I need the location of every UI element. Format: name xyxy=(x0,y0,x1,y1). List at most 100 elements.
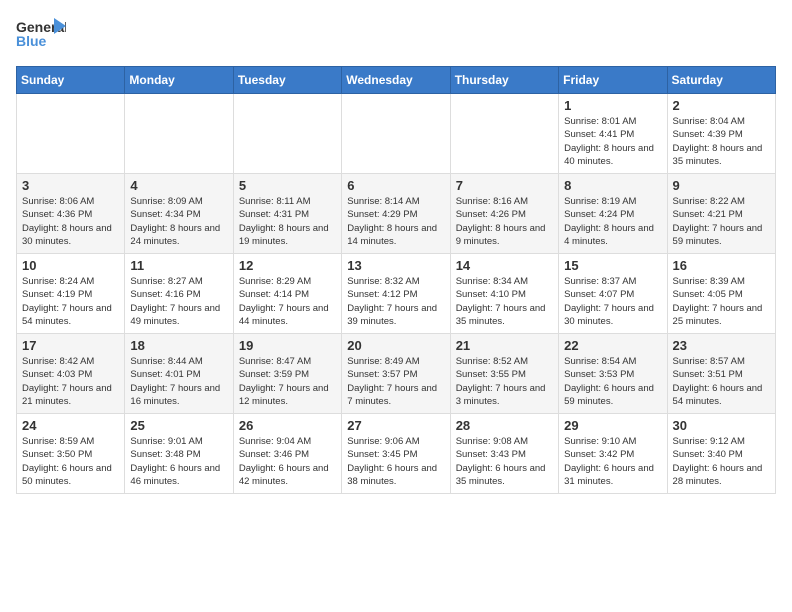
calendar-cell: 9 Sunrise: 8:22 AM Sunset: 4:21 PM Daylig… xyxy=(667,174,775,254)
calendar-cell: 13 Sunrise: 8:32 AM Sunset: 4:12 PM Dayli… xyxy=(342,254,450,334)
calendar-cell: 21 Sunrise: 8:52 AM Sunset: 3:55 PM Dayli… xyxy=(450,334,558,414)
week-row-1: 1Sunrise: 8:01 AM Sunset: 4:41 PM Daylig… xyxy=(17,94,776,174)
calendar-cell: 29 Sunrise: 9:10 AM Sunset: 3:42 PM Dayli… xyxy=(559,414,667,494)
calendar-cell xyxy=(342,94,450,174)
day-info: Sunrise: 9:12 AM Sunset: 3:40 PM Dayligh… xyxy=(673,435,770,488)
day-number: 28 xyxy=(456,418,553,433)
header-row: SundayMondayTuesdayWednesdayThursdayFrid… xyxy=(17,67,776,94)
header-day-sunday: Sunday xyxy=(17,67,125,94)
day-number: 22 xyxy=(564,338,661,353)
day-number: 18 xyxy=(130,338,227,353)
calendar-cell: 16 Sunrise: 8:39 AM Sunset: 4:05 PM Dayli… xyxy=(667,254,775,334)
calendar-body: 1Sunrise: 8:01 AM Sunset: 4:41 PM Daylig… xyxy=(17,94,776,494)
day-number: 6 xyxy=(347,178,444,193)
day-number: 29 xyxy=(564,418,661,433)
calendar-cell: 8 Sunrise: 8:19 AM Sunset: 4:24 PM Daylig… xyxy=(559,174,667,254)
day-info: Sunrise: 9:06 AM Sunset: 3:45 PM Dayligh… xyxy=(347,435,444,488)
calendar-header: SundayMondayTuesdayWednesdayThursdayFrid… xyxy=(17,67,776,94)
day-info: Sunrise: 8:04 AM Sunset: 4:39 PM Dayligh… xyxy=(673,115,770,168)
day-info: Sunrise: 8:11 AM Sunset: 4:31 PM Dayligh… xyxy=(239,195,336,248)
day-info: Sunrise: 8:42 AM Sunset: 4:03 PM Dayligh… xyxy=(22,355,119,408)
day-info: Sunrise: 8:39 AM Sunset: 4:05 PM Dayligh… xyxy=(673,275,770,328)
calendar-cell: 15Sunrise: 8:37 AM Sunset: 4:07 PM Dayli… xyxy=(559,254,667,334)
day-info: Sunrise: 8:52 AM Sunset: 3:55 PM Dayligh… xyxy=(456,355,553,408)
day-info: Sunrise: 8:47 AM Sunset: 3:59 PM Dayligh… xyxy=(239,355,336,408)
logo: GeneralBlue xyxy=(16,16,66,56)
day-info: Sunrise: 8:09 AM Sunset: 4:34 PM Dayligh… xyxy=(130,195,227,248)
day-number: 20 xyxy=(347,338,444,353)
day-number: 7 xyxy=(456,178,553,193)
day-number: 21 xyxy=(456,338,553,353)
week-row-2: 3 Sunrise: 8:06 AM Sunset: 4:36 PM Daylig… xyxy=(17,174,776,254)
calendar-cell: 11 Sunrise: 8:27 AM Sunset: 4:16 PM Dayli… xyxy=(125,254,233,334)
day-number: 8 xyxy=(564,178,661,193)
day-info: Sunrise: 8:29 AM Sunset: 4:14 PM Dayligh… xyxy=(239,275,336,328)
day-number: 15 xyxy=(564,258,661,273)
header-day-tuesday: Tuesday xyxy=(233,67,341,94)
day-info: Sunrise: 8:14 AM Sunset: 4:29 PM Dayligh… xyxy=(347,195,444,248)
calendar-cell xyxy=(17,94,125,174)
calendar-cell xyxy=(233,94,341,174)
calendar-cell: 7 Sunrise: 8:16 AM Sunset: 4:26 PM Daylig… xyxy=(450,174,558,254)
day-number: 11 xyxy=(130,258,227,273)
day-number: 27 xyxy=(347,418,444,433)
calendar-cell: 26Sunrise: 9:04 AM Sunset: 3:46 PM Dayli… xyxy=(233,414,341,494)
calendar-cell: 24Sunrise: 8:59 AM Sunset: 3:50 PM Dayli… xyxy=(17,414,125,494)
day-number: 10 xyxy=(22,258,119,273)
day-number: 4 xyxy=(130,178,227,193)
day-info: Sunrise: 8:32 AM Sunset: 4:12 PM Dayligh… xyxy=(347,275,444,328)
calendar-cell: 17 Sunrise: 8:42 AM Sunset: 4:03 PM Dayli… xyxy=(17,334,125,414)
day-number: 2 xyxy=(673,98,770,113)
day-number: 12 xyxy=(239,258,336,273)
day-info: Sunrise: 8:34 AM Sunset: 4:10 PM Dayligh… xyxy=(456,275,553,328)
day-number: 9 xyxy=(673,178,770,193)
calendar-cell: 1Sunrise: 8:01 AM Sunset: 4:41 PM Daylig… xyxy=(559,94,667,174)
day-number: 13 xyxy=(347,258,444,273)
day-number: 16 xyxy=(673,258,770,273)
calendar-cell xyxy=(450,94,558,174)
day-info: Sunrise: 9:10 AM Sunset: 3:42 PM Dayligh… xyxy=(564,435,661,488)
day-number: 23 xyxy=(673,338,770,353)
calendar-cell: 5 Sunrise: 8:11 AM Sunset: 4:31 PM Daylig… xyxy=(233,174,341,254)
calendar-cell: 10Sunrise: 8:24 AM Sunset: 4:19 PM Dayli… xyxy=(17,254,125,334)
calendar-cell: 6 Sunrise: 8:14 AM Sunset: 4:29 PM Daylig… xyxy=(342,174,450,254)
day-info: Sunrise: 8:16 AM Sunset: 4:26 PM Dayligh… xyxy=(456,195,553,248)
day-number: 5 xyxy=(239,178,336,193)
day-info: Sunrise: 8:57 AM Sunset: 3:51 PM Dayligh… xyxy=(673,355,770,408)
calendar-cell: 3 Sunrise: 8:06 AM Sunset: 4:36 PM Daylig… xyxy=(17,174,125,254)
calendar-table: SundayMondayTuesdayWednesdayThursdayFrid… xyxy=(16,66,776,494)
week-row-3: 10Sunrise: 8:24 AM Sunset: 4:19 PM Dayli… xyxy=(17,254,776,334)
day-number: 25 xyxy=(130,418,227,433)
calendar-cell: 23 Sunrise: 8:57 AM Sunset: 3:51 PM Dayli… xyxy=(667,334,775,414)
header-day-saturday: Saturday xyxy=(667,67,775,94)
day-info: Sunrise: 8:59 AM Sunset: 3:50 PM Dayligh… xyxy=(22,435,119,488)
logo-icon: GeneralBlue xyxy=(16,16,66,56)
header-day-wednesday: Wednesday xyxy=(342,67,450,94)
day-info: Sunrise: 8:06 AM Sunset: 4:36 PM Dayligh… xyxy=(22,195,119,248)
calendar-cell: 14 Sunrise: 8:34 AM Sunset: 4:10 PM Dayli… xyxy=(450,254,558,334)
calendar-cell: 2 Sunrise: 8:04 AM Sunset: 4:39 PM Daylig… xyxy=(667,94,775,174)
header-day-monday: Monday xyxy=(125,67,233,94)
day-info: Sunrise: 9:01 AM Sunset: 3:48 PM Dayligh… xyxy=(130,435,227,488)
day-info: Sunrise: 8:54 AM Sunset: 3:53 PM Dayligh… xyxy=(564,355,661,408)
day-info: Sunrise: 8:19 AM Sunset: 4:24 PM Dayligh… xyxy=(564,195,661,248)
calendar-cell: 28Sunrise: 9:08 AM Sunset: 3:43 PM Dayli… xyxy=(450,414,558,494)
day-number: 1 xyxy=(564,98,661,113)
day-info: Sunrise: 8:27 AM Sunset: 4:16 PM Dayligh… xyxy=(130,275,227,328)
day-number: 30 xyxy=(673,418,770,433)
header-day-thursday: Thursday xyxy=(450,67,558,94)
svg-text:Blue: Blue xyxy=(16,33,47,49)
calendar-cell: 12 Sunrise: 8:29 AM Sunset: 4:14 PM Dayli… xyxy=(233,254,341,334)
week-row-4: 17 Sunrise: 8:42 AM Sunset: 4:03 PM Dayli… xyxy=(17,334,776,414)
calendar-cell: 20Sunrise: 8:49 AM Sunset: 3:57 PM Dayli… xyxy=(342,334,450,414)
day-number: 14 xyxy=(456,258,553,273)
day-info: Sunrise: 8:22 AM Sunset: 4:21 PM Dayligh… xyxy=(673,195,770,248)
calendar-cell: 18Sunrise: 8:44 AM Sunset: 4:01 PM Dayli… xyxy=(125,334,233,414)
day-number: 17 xyxy=(22,338,119,353)
day-number: 19 xyxy=(239,338,336,353)
week-row-5: 24Sunrise: 8:59 AM Sunset: 3:50 PM Dayli… xyxy=(17,414,776,494)
header-day-friday: Friday xyxy=(559,67,667,94)
calendar-cell: 27 Sunrise: 9:06 AM Sunset: 3:45 PM Dayli… xyxy=(342,414,450,494)
day-info: Sunrise: 9:04 AM Sunset: 3:46 PM Dayligh… xyxy=(239,435,336,488)
day-number: 3 xyxy=(22,178,119,193)
